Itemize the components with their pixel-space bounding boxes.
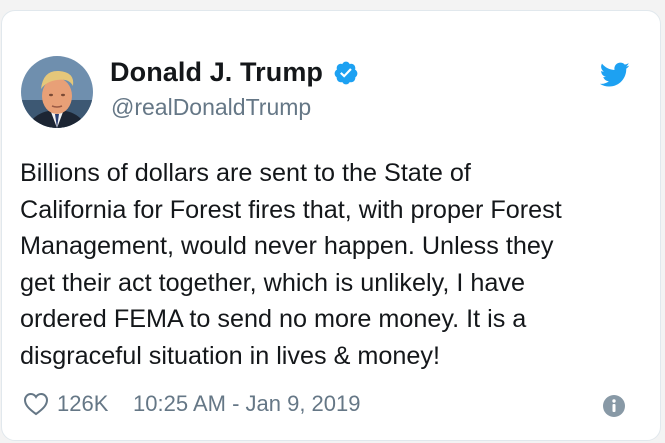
info-icon[interactable] xyxy=(602,394,626,418)
author-name-row: Donald J. Trump xyxy=(110,57,359,88)
tweet-footer: 126K 10:25 AM - Jan 9, 2019 xyxy=(2,389,662,421)
tweet-timestamp[interactable]: 10:25 AM - Jan 9, 2019 xyxy=(133,391,361,417)
like-count[interactable]: 126K xyxy=(57,391,108,417)
tweet-text: Billions of dollars are sent to the Stat… xyxy=(20,159,562,370)
avatar[interactable] xyxy=(21,56,93,128)
verified-badge-icon xyxy=(333,60,359,86)
twitter-bird-icon[interactable] xyxy=(599,62,630,88)
heart-icon[interactable] xyxy=(23,392,49,416)
tweet-card: Donald J. Trump @realDonaldTrump Billion… xyxy=(1,10,661,441)
avatar-image xyxy=(21,56,93,128)
author-handle[interactable]: @realDonaldTrump xyxy=(111,94,311,121)
author-display-name[interactable]: Donald J. Trump xyxy=(110,57,323,88)
